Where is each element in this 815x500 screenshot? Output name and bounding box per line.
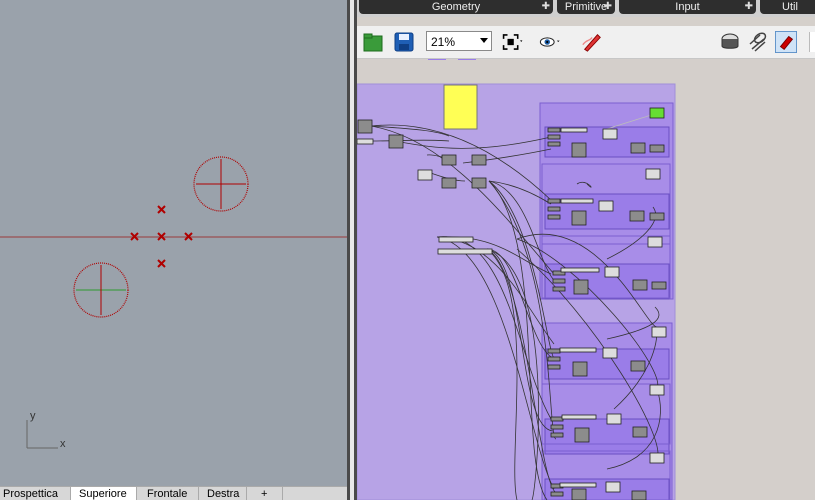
- expand-icon: ✚: [541, 1, 550, 12]
- add-viewport-tab-button[interactable]: +: [247, 487, 283, 500]
- tab-util-label: Util: [782, 1, 798, 13]
- tab-input-label: Input: [675, 1, 700, 13]
- preview-wire-icon[interactable]: [747, 31, 769, 53]
- zoom-extents-icon[interactable]: [502, 31, 524, 53]
- viewport-scene[interactable]: [0, 0, 347, 486]
- definition-graph[interactable]: [357, 59, 815, 500]
- tab-prospettica[interactable]: Prospettica: [0, 487, 71, 500]
- preview-shaded-icon[interactable]: [719, 31, 741, 53]
- sketch-pen-icon[interactable]: [581, 31, 603, 53]
- expand-icon: ✚: [744, 1, 753, 12]
- grasshopper-canvas[interactable]: [357, 59, 815, 500]
- tab-geometry[interactable]: Geometry ✚: [359, 0, 553, 14]
- node-top-left: [428, 59, 446, 60]
- panel-node: [443, 84, 478, 130]
- preview-selected-icon[interactable]: [775, 31, 797, 53]
- tab-superiore[interactable]: Superiore: [71, 487, 137, 500]
- toolbar-overflow[interactable]: [809, 32, 815, 52]
- open-file-icon[interactable]: [362, 31, 384, 53]
- node-top-right: [458, 59, 476, 60]
- save-file-icon[interactable]: [393, 31, 415, 53]
- tab-geometry-label: Geometry: [431, 1, 481, 13]
- expand-icon: ✚: [603, 1, 612, 12]
- chevron-down-icon: [480, 38, 488, 43]
- splitter-bar[interactable]: [347, 0, 357, 500]
- tab-primitive[interactable]: Primitive ✚: [557, 0, 615, 14]
- canvas-toolbar: 21%: [357, 26, 815, 59]
- grasshopper-window: Geometry ✚ Primitive ✚ Input ✚ Util 21%: [357, 0, 815, 500]
- tab-frontale[interactable]: Frontale: [137, 487, 199, 500]
- preview-eye-icon[interactable]: [539, 31, 561, 53]
- zoom-value: 21%: [431, 35, 456, 49]
- axis-label-x: x: [60, 438, 66, 450]
- axis-label-y: y: [30, 410, 36, 422]
- tab-destra[interactable]: Destra: [199, 487, 247, 500]
- tab-input[interactable]: Input ✚: [619, 0, 756, 14]
- tab-primitive-label: Primitive: [564, 1, 608, 13]
- rhino-viewport[interactable]: y x Prospettica Superiore Frontale Destr…: [0, 0, 347, 500]
- component-tab-bar: Geometry ✚ Primitive ✚ Input ✚ Util: [357, 0, 815, 17]
- viewport-tabs: Prospettica Superiore Frontale Destra +: [0, 486, 347, 500]
- tab-util[interactable]: Util: [760, 0, 815, 14]
- zoom-dropdown[interactable]: 21%: [426, 31, 492, 51]
